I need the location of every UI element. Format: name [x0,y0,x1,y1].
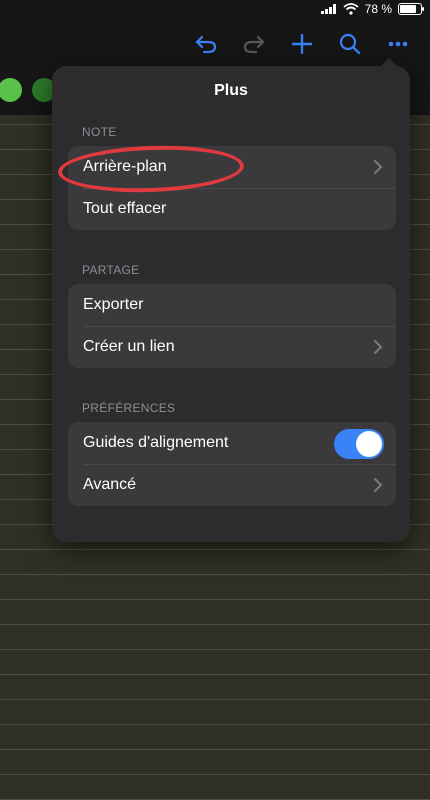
color-swatches [0,78,56,102]
row-clear-all[interactable]: Tout effacer [68,188,396,230]
row-create-link[interactable]: Créer un lien [68,326,396,368]
group-preferences: Guides d'alignement Avancé [68,422,396,506]
group-share: Exporter Créer un lien [68,284,396,368]
row-label: Créer un lien [83,338,175,355]
row-export[interactable]: Exporter [68,284,396,326]
row-label: Guides d'alignement [83,434,229,451]
swatch-green[interactable] [0,78,22,102]
wifi-icon [343,3,359,15]
more-popover: Plus NOTE Arrière-plan Tout effacer PART… [52,58,410,542]
row-advanced[interactable]: Avancé [68,464,396,506]
row-label: Exporter [83,296,144,313]
redo-icon [243,35,265,54]
alignment-guides-toggle[interactable] [334,429,384,459]
search-button[interactable] [336,30,364,58]
add-button[interactable] [288,30,316,58]
row-alignment-guides: Guides d'alignement [68,422,396,464]
section-label-share: PARTAGE [82,263,140,277]
section-label-preferences: PRÉFÉRENCES [82,401,176,415]
row-label: Avancé [83,476,137,493]
chevron-right-icon [374,478,382,492]
battery-icon [398,3,424,15]
status-right: 78 % [320,2,424,16]
status-bar: 78 % [0,0,430,20]
popover-title: Plus [214,82,248,99]
battery-fill [400,5,416,13]
row-label: Tout effacer [83,200,167,217]
popover-arrow [380,58,398,67]
undo-button[interactable] [192,30,220,58]
undo-icon [195,35,217,54]
chevron-right-icon [374,160,382,174]
more-button[interactable] [384,30,412,58]
toolbar-actions [192,30,412,58]
chevron-right-icon [374,340,382,354]
more-icon [388,41,408,47]
plus-icon [292,34,312,54]
signal-icon [320,4,336,14]
battery-percent: 78 % [364,2,392,16]
redo-button[interactable] [240,30,268,58]
toggle-knob [356,431,382,457]
section-label-note: NOTE [82,125,117,139]
search-icon [339,33,361,55]
